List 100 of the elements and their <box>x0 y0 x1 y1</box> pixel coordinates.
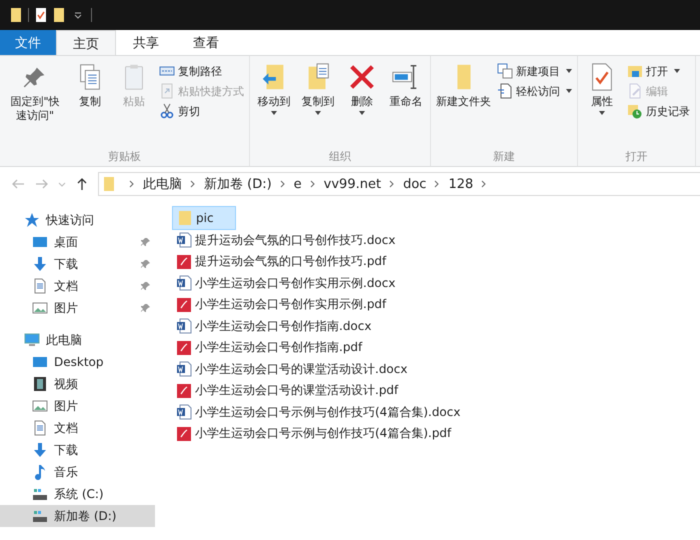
breadcrumb-item[interactable]: 此电脑 <box>143 175 182 193</box>
breadcrumb-item[interactable]: doc <box>403 176 426 192</box>
chevron-right-icon[interactable] <box>129 180 135 188</box>
pdf-file-icon <box>176 382 192 399</box>
address-bar[interactable]: 此电脑 新加卷 (D:) e vv99.net doc 128 <box>98 172 700 196</box>
desktop-icon <box>32 234 48 250</box>
edit-icon <box>627 83 643 99</box>
chevron-right-icon[interactable] <box>481 180 488 188</box>
ribbon-button[interactable]: 复制路径 <box>157 62 246 80</box>
star-icon <box>24 212 40 228</box>
ribbon-button[interactable]: 固定到"快速访问" <box>3 60 67 149</box>
sidebar-item[interactable]: 文档 <box>0 417 155 439</box>
word-document-icon <box>176 404 192 420</box>
cut-icon <box>159 103 175 119</box>
breadcrumb-item[interactable]: 新加卷 (D:) <box>204 175 272 193</box>
file-item[interactable]: 小学生运动会口号创作指南.docx <box>172 316 376 337</box>
group-label: 新建 <box>492 149 516 164</box>
group-label: 打开 <box>624 149 648 164</box>
ribbon-button[interactable]: 属性 <box>581 60 623 149</box>
pin-icon[interactable] <box>141 281 151 291</box>
file-item[interactable]: 小学生运动会口号示例与创作技巧(4篇合集).pdf <box>172 423 456 444</box>
picture-icon <box>32 398 48 414</box>
monitor-icon <box>24 332 40 348</box>
chevron-right-icon[interactable] <box>280 180 286 188</box>
ribbon-button[interactable]: 新建文件夹 <box>434 60 493 149</box>
drive-icon <box>32 486 48 502</box>
caret-icon <box>599 110 605 115</box>
ribbon-button[interactable]: 复制 <box>69 60 111 149</box>
file-item[interactable]: 提升运动会气氛的口号创作技巧.docx <box>172 230 400 251</box>
sidebar-item[interactable]: 文档 <box>0 275 155 297</box>
file-tab[interactable]: 文件 <box>0 30 56 55</box>
word-document-icon <box>176 232 192 248</box>
pdf-file-icon <box>176 296 192 313</box>
pdf-file-icon <box>176 426 192 442</box>
caret-icon <box>359 110 365 115</box>
download-icon <box>32 442 48 458</box>
word-document-icon <box>176 318 192 334</box>
sidebar-item[interactable]: 视频 <box>0 373 155 395</box>
caret-icon <box>315 110 321 115</box>
folder-icon <box>177 210 193 226</box>
sidebar-item[interactable]: 下载 <box>0 439 155 461</box>
chevron-right-icon[interactable] <box>434 180 440 188</box>
sidebar-item[interactable]: 音乐 <box>0 461 155 483</box>
ribbon-button[interactable]: 复制到 <box>297 60 339 149</box>
sidebar-item[interactable]: 桌面 <box>0 231 155 253</box>
ribbon-tab[interactable]: 查看 <box>176 30 236 55</box>
ribbon-button[interactable]: 打开 <box>625 62 692 80</box>
download-icon <box>32 256 48 272</box>
ribbon-button[interactable]: 新建项目 <box>495 62 574 80</box>
sidebar-item[interactable]: 下载 <box>0 253 155 275</box>
document-icon <box>32 278 48 294</box>
ribbon-button[interactable]: 重命名 <box>385 60 427 149</box>
folder-icon[interactable] <box>10 7 22 23</box>
sidebar-item[interactable]: 图片 <box>0 395 155 417</box>
word-document-icon <box>176 275 192 292</box>
sidebar-item[interactable]: 新加卷 (D:) <box>0 505 155 527</box>
caret-icon <box>566 89 572 93</box>
file-item[interactable]: 提升运动会气氛的口号创作技巧.pdf <box>172 251 390 272</box>
ribbon-button[interactable]: 历史记录 <box>625 102 692 120</box>
breadcrumb-item[interactable]: e <box>294 176 302 192</box>
sidebar-item[interactable]: 图片 <box>0 297 155 319</box>
file-item[interactable]: 小学生运动会口号创作实用示例.docx <box>172 272 400 294</box>
chevron-right-icon[interactable] <box>190 180 196 188</box>
pin-icon[interactable] <box>141 303 151 313</box>
ribbon-button[interactable]: 轻松访问 <box>495 82 574 100</box>
pdf-file-icon <box>176 254 192 270</box>
picture-icon <box>32 300 48 316</box>
caret-icon <box>271 110 277 115</box>
file-item[interactable]: 小学生运动会口号创作指南.pdf <box>172 337 366 358</box>
caret-icon <box>566 69 572 73</box>
group-label: 剪贴板 <box>107 149 142 164</box>
pin-icon[interactable] <box>141 237 151 247</box>
pdf-file-icon <box>176 340 192 356</box>
breadcrumb-item[interactable]: vv99.net <box>324 176 382 192</box>
file-item[interactable]: 小学生运动会口号创作实用示例.pdf <box>172 294 390 316</box>
breadcrumb-item[interactable]: 128 <box>448 176 474 192</box>
ribbon-tab[interactable]: 共享 <box>116 30 176 55</box>
pin-icon[interactable] <box>141 259 151 269</box>
file-item[interactable]: 小学生运动会口号的课堂活动设计.pdf <box>172 380 402 402</box>
sidebar-item[interactable]: 快速访问 <box>0 209 155 231</box>
video-icon <box>32 376 48 392</box>
sidebar-item[interactable]: 此电脑 <box>0 329 155 351</box>
drive-icon <box>32 508 48 524</box>
ribbon-tab[interactable]: 主页 <box>56 30 116 56</box>
ribbon-button[interactable]: 删除 <box>341 60 383 149</box>
folder-icon[interactable] <box>53 7 65 23</box>
word-document-icon <box>176 361 192 378</box>
ribbon-button[interactable]: 移动到 <box>253 60 295 149</box>
chevron-right-icon[interactable] <box>389 180 396 188</box>
file-item[interactable]: 小学生运动会口号示例与创作技巧(4篇合集).docx <box>172 402 464 423</box>
file-item[interactable]: 小学生运动会口号的课堂活动设计.docx <box>172 358 412 380</box>
shortcut-icon <box>159 83 175 99</box>
chevron-right-icon[interactable] <box>310 180 316 188</box>
properties-check-icon[interactable] <box>35 7 47 23</box>
sidebar-item[interactable]: 系统 (C:) <box>0 483 155 505</box>
file-item[interactable]: pic <box>172 206 236 230</box>
open-icon <box>627 63 643 79</box>
music-icon <box>32 464 48 480</box>
ribbon-button[interactable]: 剪切 <box>157 102 246 120</box>
sidebar-item[interactable]: Desktop <box>0 351 155 373</box>
